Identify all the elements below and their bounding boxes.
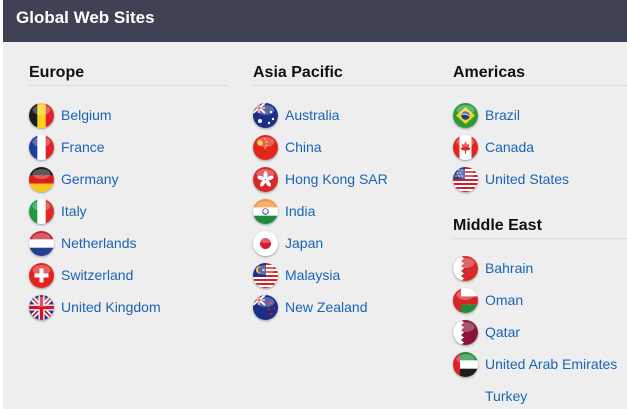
country-link-australia[interactable]: Australia xyxy=(253,99,453,131)
brazil-flag-icon xyxy=(453,102,478,128)
country-link-new-zealand[interactable]: New Zealand xyxy=(253,291,453,323)
country-link-italy[interactable]: Italy xyxy=(29,195,229,227)
country-link-united-arab-emirates[interactable]: United Arab Emirates xyxy=(453,348,627,380)
japan-flag-icon xyxy=(253,230,278,256)
oman-flag-icon xyxy=(453,287,478,313)
country-name: United Arab Emirates xyxy=(485,356,618,372)
region-middle-east: Middle East Bahrain Oman Qatar United Arab … xyxy=(453,216,627,409)
country-link-oman[interactable]: Oman xyxy=(453,284,627,316)
country-name: Italy xyxy=(61,203,87,219)
country-link-germany[interactable]: Germany xyxy=(29,163,229,195)
canada-flag-icon xyxy=(453,134,478,160)
region-title-europe: Europe xyxy=(29,63,229,86)
region-asia-pacific: Asia Pacific Australia China Hong Kong SAR… xyxy=(253,63,453,323)
united-states-flag-icon xyxy=(453,166,478,192)
country-link-brazil[interactable]: Brazil xyxy=(453,99,627,131)
country-link-china[interactable]: China xyxy=(253,131,453,163)
country-link-canada[interactable]: Canada xyxy=(453,131,627,163)
region-title-middle-east: Middle East xyxy=(453,216,627,239)
country-link-hong-kong-sar[interactable]: Hong Kong SAR xyxy=(253,163,453,195)
country-link-japan[interactable]: Japan xyxy=(253,227,453,259)
country-link-france[interactable]: France xyxy=(29,131,229,163)
country-name: Brazil xyxy=(485,107,521,123)
country-name: Australia xyxy=(285,107,340,123)
global-web-sites-panel: Global Web Sites Europe Belgium France Ger… xyxy=(3,0,627,409)
country-name: China xyxy=(285,139,322,155)
italy-flag-icon xyxy=(29,198,54,224)
country-link-turkey[interactable]: Turkey xyxy=(453,380,627,409)
country-name: Hong Kong SAR xyxy=(285,171,388,187)
country-name: Oman xyxy=(485,292,524,308)
country-name: United States xyxy=(485,171,570,187)
hong-kong-flag-icon xyxy=(253,166,278,192)
country-link-bahrain[interactable]: Bahrain xyxy=(453,252,627,284)
malaysia-flag-icon xyxy=(253,262,278,288)
country-name: New Zealand xyxy=(285,299,368,315)
country-link-qatar[interactable]: Qatar xyxy=(453,316,627,348)
qatar-flag-icon xyxy=(453,319,478,345)
country-name: Germany xyxy=(61,171,119,187)
country-name: Netherlands xyxy=(61,235,137,251)
page-title: Global Web Sites xyxy=(16,8,155,27)
country-link-india[interactable]: India xyxy=(253,195,453,227)
new-zealand-flag-icon xyxy=(253,294,278,320)
country-name: India xyxy=(285,203,316,219)
country-link-switzerland[interactable]: Switzerland xyxy=(29,259,229,291)
country-list-middle-east: Bahrain Oman Qatar United Arab Emirates Turk… xyxy=(453,252,627,409)
country-name: United Kingdom xyxy=(61,299,161,315)
country-list-europe: Belgium France Germany Italy Netherlands Swit… xyxy=(29,99,229,323)
netherlands-flag-icon xyxy=(29,230,54,256)
country-name: Malaysia xyxy=(285,267,341,283)
region-title-americas: Americas xyxy=(453,63,627,86)
country-list-americas: Brazil Canada United States xyxy=(453,99,627,195)
country-link-malaysia[interactable]: Malaysia xyxy=(253,259,453,291)
region-americas: Americas Brazil Canada United States xyxy=(453,63,627,195)
region-europe: Europe Belgium France Germany Italy Netherla… xyxy=(29,63,229,323)
country-name: France xyxy=(61,139,105,155)
country-name: Belgium xyxy=(61,107,112,123)
country-name: Japan xyxy=(285,235,324,251)
united-kingdom-flag-icon xyxy=(29,294,54,320)
belgium-flag-icon xyxy=(29,102,54,128)
country-name: Turkey xyxy=(485,388,528,404)
country-link-belgium[interactable]: Belgium xyxy=(29,99,229,131)
country-name: Canada xyxy=(485,139,535,155)
country-name: Switzerland xyxy=(61,267,134,283)
country-name: Bahrain xyxy=(485,260,534,276)
france-flag-icon xyxy=(29,134,54,160)
australia-flag-icon xyxy=(253,102,278,128)
country-name: Qatar xyxy=(485,324,521,340)
country-link-united-kingdom[interactable]: United Kingdom xyxy=(29,291,229,323)
region-title-asia-pacific: Asia Pacific xyxy=(253,63,453,86)
switzerland-flag-icon xyxy=(29,262,54,288)
flag-placeholder xyxy=(453,384,478,409)
panel-header: Global Web Sites xyxy=(3,0,627,42)
bahrain-flag-icon xyxy=(453,255,478,281)
germany-flag-icon xyxy=(29,166,54,192)
china-flag-icon xyxy=(253,134,278,160)
country-link-netherlands[interactable]: Netherlands xyxy=(29,227,229,259)
india-flag-icon xyxy=(253,198,278,224)
country-list-asia-pacific: Australia China Hong Kong SAR India Japan Mal… xyxy=(253,99,453,323)
country-link-united-states[interactable]: United States xyxy=(453,163,627,195)
uae-flag-icon xyxy=(453,351,478,377)
